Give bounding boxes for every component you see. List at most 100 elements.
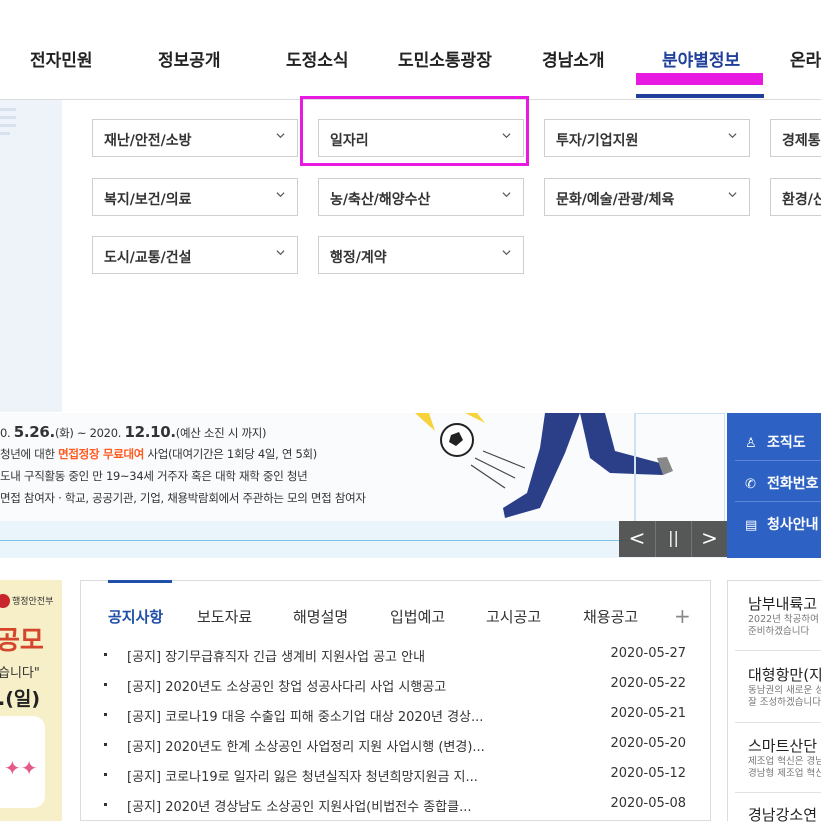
organization-icon: ♙ [745, 436, 757, 451]
notice-date: 2020-05-20 [610, 736, 686, 751]
category-label: 경제통 [782, 133, 821, 149]
banner-next-button[interactable]: > [691, 521, 727, 557]
tab-public-notices[interactable]: 고시공고 [486, 606, 541, 627]
quicklink-label: 청사안내 [767, 517, 819, 533]
policy-news-divider [735, 722, 821, 723]
category-label: 투자/기업지원 [556, 133, 639, 149]
policy-news-headline[interactable]: 스마트산단 [748, 735, 821, 756]
top-navigation: 전자민원 정보공개 도정소식 도민소통광장 경남소개 분야별정보 온라 [0, 0, 821, 100]
nav-item-provincial-news[interactable]: 도정소식 [286, 46, 349, 71]
policy-news-divider [735, 792, 821, 793]
banner-pause-button[interactable]: || [655, 521, 691, 557]
category-select-economy[interactable]: 경제통 [770, 119, 821, 157]
chevron-down-icon [502, 250, 511, 256]
notice-title[interactable]: [공지] 2020년도 한계 소상공인 사업정리 지원 사업시행 (변경)... [127, 736, 485, 755]
annotation-highlight-bar [636, 73, 763, 85]
chevron-down-icon [276, 133, 285, 139]
annotation-focus-box [300, 96, 529, 166]
category-label: 행정/계약 [330, 250, 387, 266]
category-select-urban[interactable]: 도시/교통/건설 [92, 236, 298, 274]
phone-icon: ✆ [745, 477, 756, 492]
bullet-icon [104, 743, 107, 746]
category-label: 환경/신 [782, 192, 821, 208]
category-select-disaster-safety[interactable]: 재난/안전/소방 [92, 119, 298, 157]
banner-controls: < || > [619, 521, 727, 557]
category-select-welfare[interactable]: 복지/보건/의료 [92, 178, 298, 216]
chevron-down-icon [502, 192, 511, 198]
notice-date: 2020-05-27 [610, 646, 686, 661]
promo-ministry: 행정안전부 [12, 597, 54, 607]
policy-news-headline[interactable]: 남부내륙고 [748, 593, 819, 614]
notice-row[interactable]: [공지] 장기무급휴직자 긴급 생계비 지원사업 공고 안내 2020-05-2… [104, 646, 686, 666]
tab-recruitment[interactable]: 채용공고 [583, 606, 638, 627]
quicklink-building-guide[interactable]: ▤ 청사안내 [745, 514, 819, 534]
decoration-line [0, 108, 16, 111]
quicklink-organization[interactable]: ♙ 조직도 [745, 432, 806, 452]
chevron-down-icon [728, 192, 737, 198]
category-select-administration[interactable]: 행정/계약 [318, 236, 524, 274]
tab-notices[interactable]: 공지사항 [108, 606, 163, 627]
tab-clarifications[interactable]: 해명설명 [293, 606, 348, 627]
policy-news-item[interactable]: 남부내륙고 2022년 착공하여 준비하겠습니다 [748, 593, 819, 638]
notice-title[interactable]: [공지] 코로나19로 일자리 잃은 청년실직자 청년희망지원금 지... [127, 766, 478, 785]
quicklink-divider [735, 501, 821, 502]
notice-date: 2020-05-12 [610, 766, 686, 781]
banner-divider-line [0, 540, 640, 541]
nav-item-civil-service[interactable]: 전자민원 [30, 46, 93, 71]
nav-item-info-disclosure[interactable]: 정보공개 [158, 46, 221, 71]
nav-item-citizen-forum[interactable]: 도민소통광장 [398, 46, 492, 71]
category-select-culture[interactable]: 문화/예술/관광/체육 [544, 178, 750, 216]
bullet-icon [104, 773, 107, 776]
nav-item-online[interactable]: 온라 [790, 46, 821, 71]
policy-news-desc: 잘 조성하겠습니다 [748, 697, 821, 708]
chevron-down-icon [276, 250, 285, 256]
category-select-investment[interactable]: 투자/기업지원 [544, 119, 750, 157]
policy-news-item[interactable]: 대형항만(지 동남권의 새로운 성 잘 조성하겠습니다 [748, 664, 821, 709]
notice-title[interactable]: [공지] 2020년 경상남도 소상공인 지원사업(비법전수 종합클... [127, 796, 471, 815]
notice-date: 2020-05-21 [610, 706, 686, 721]
active-tab-indicator [108, 580, 172, 583]
banner-period-line: 0. 5.26.(화) ~ 2020. 12.10.(예산 소진 시 까지) [0, 423, 267, 441]
policy-news-headline[interactable]: 경남강소연 [748, 804, 817, 825]
notice-row[interactable]: [공지] 2020년도 한계 소상공인 사업정리 지원 사업시행 (변경)...… [104, 736, 686, 756]
policy-news-item[interactable]: 경남강소연 [748, 804, 817, 825]
quicklink-label: 조직도 [767, 435, 806, 451]
tab-press-releases[interactable]: 보도자료 [197, 606, 252, 627]
notice-row[interactable]: [공지] 2020년 경상남도 소상공인 지원사업(비법전수 종합클... 20… [104, 796, 686, 816]
notice-title[interactable]: [공지] 장기무급휴직자 긴급 생계비 지원사업 공고 안내 [127, 646, 425, 665]
ministry-emblem-icon [0, 594, 10, 608]
decoration-line [0, 124, 16, 127]
soccer-player-illustration [415, 413, 725, 533]
banner-target-line: 면접 참여자 · 학교, 공공기관, 기업, 채용박람회에서 주관하는 모의 면… [0, 491, 366, 505]
banner-description-line: 청년에 대한 면접정장 무료대여 사업(대여기간은 1회당 4일, 연 5회) [0, 447, 317, 461]
more-button[interactable]: + [674, 604, 691, 628]
people-illustration-icon: ✦✦ [4, 756, 38, 780]
promo-title: 공모 [0, 626, 44, 656]
policy-news-item[interactable]: 스마트산단 제조업 혁신은 경남 경남형 제조업 혁신 [748, 735, 821, 780]
policy-news-desc: 동남권의 새로운 성 [748, 685, 821, 696]
quicklink-phone[interactable]: ✆ 전화번호 [745, 473, 819, 493]
decoration-line [0, 132, 10, 135]
left-promo-card[interactable]: 행정안전부 공모 습니다" .(일) ✦✦ [0, 580, 62, 821]
category-select-agriculture[interactable]: 농/축산/해양수산 [318, 178, 524, 216]
notice-row[interactable]: [공지] 2020년도 소상공인 창업 성공사다리 사업 시행공고 2020-0… [104, 676, 686, 696]
notice-row[interactable]: [공지] 코로나19로 일자리 잃은 청년실직자 청년희망지원금 지... 20… [104, 766, 686, 786]
banner-prev-button[interactable]: < [619, 521, 655, 557]
promo-quote: 습니다" [0, 666, 40, 681]
policy-news-desc: 2022년 착공하여 [748, 614, 819, 625]
nav-item-about-gyeongnam[interactable]: 경남소개 [542, 46, 605, 71]
notice-row[interactable]: [공지] 코로나19 대응 수출입 피해 중소기업 대상 2020년 경상...… [104, 706, 686, 726]
tab-legislative-notice[interactable]: 입법예고 [390, 606, 445, 627]
policy-news-desc: 준비하겠습니다 [748, 626, 810, 637]
promo-date: .(일) [0, 688, 41, 710]
notice-title[interactable]: [공지] 2020년도 소상공인 창업 성공사다리 사업 시행공고 [127, 676, 446, 695]
nav-item-field-info[interactable]: 분야별정보 [662, 46, 740, 71]
category-select-environment[interactable]: 환경/신 [770, 178, 821, 216]
bullet-icon [104, 653, 107, 656]
bullet-icon [104, 683, 107, 686]
category-label: 도시/교통/건설 [104, 250, 192, 266]
policy-news-headline[interactable]: 대형항만(지 [748, 664, 821, 685]
chevron-down-icon [728, 133, 737, 139]
policy-news-desc: 경남형 제조업 혁신 [748, 768, 821, 779]
notice-title[interactable]: [공지] 코로나19 대응 수출입 피해 중소기업 대상 2020년 경상... [127, 706, 483, 725]
